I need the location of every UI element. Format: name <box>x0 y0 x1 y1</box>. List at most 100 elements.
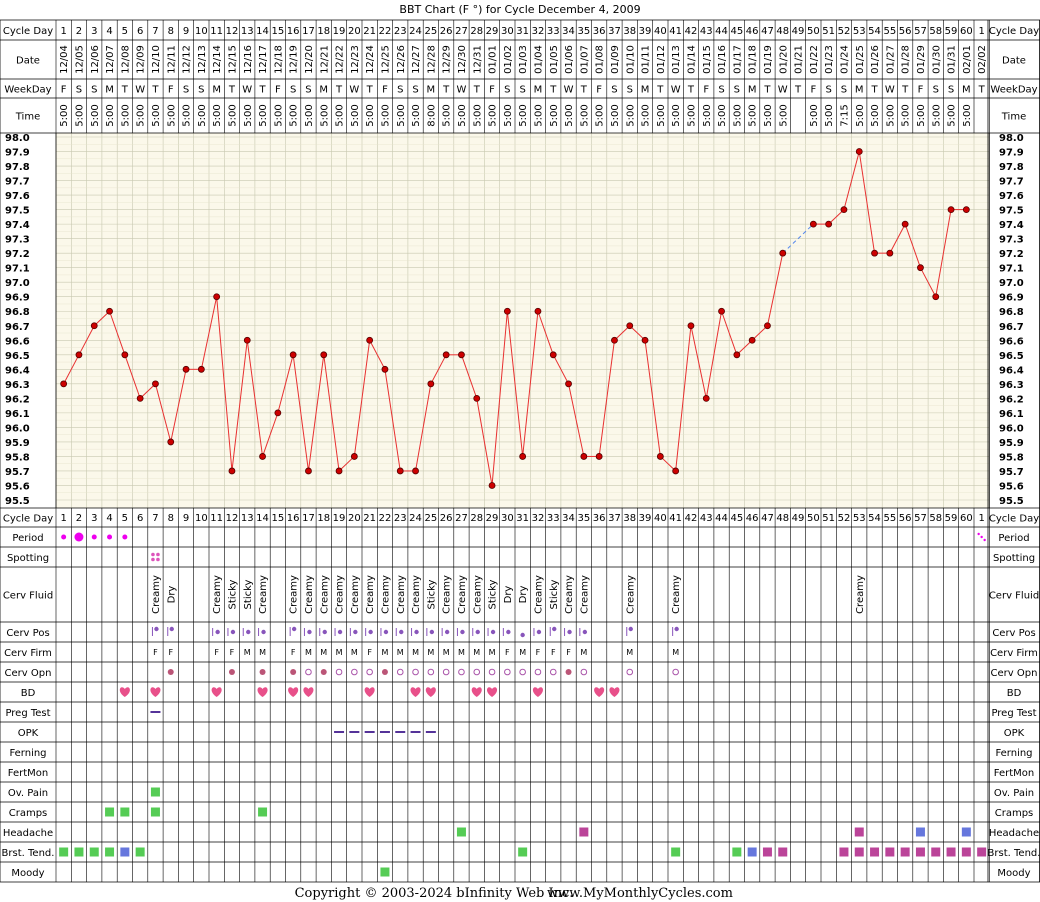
row-label-cerv_pos: Cerv Pos <box>6 628 49 639</box>
date-cell: 01/11 <box>641 45 652 74</box>
bottom-cycle-day-cell: 57 <box>914 513 927 524</box>
weekday-cell: F <box>168 85 174 96</box>
bottom-cycle-day-cell: 9 <box>183 513 189 524</box>
spotting-marker <box>156 557 160 562</box>
weekday-cell: T <box>580 85 588 96</box>
bottom-cycle-day-cell: 50 <box>807 513 820 524</box>
date-cell: 12/25 <box>380 45 391 74</box>
date-cell: 01/08 <box>595 45 606 74</box>
y-tick-label: 97.7 <box>5 177 30 188</box>
time-cell: 5:00 <box>533 104 544 126</box>
cerv-opn-marker <box>381 669 388 675</box>
time-cell: 5:00 <box>258 104 269 126</box>
cramps-marker <box>150 807 160 817</box>
weekday-cell: W <box>671 85 681 96</box>
time-cell: 5:00 <box>763 104 774 126</box>
cerv-pos-marker <box>230 629 236 635</box>
time-cell: 5:00 <box>518 104 529 126</box>
cerv-opn-marker <box>228 669 235 675</box>
row-label-right-headache: Headache <box>989 828 1039 839</box>
headache-marker <box>961 827 971 837</box>
y-tick-label: 97.8 <box>5 162 30 173</box>
cycle_day-cell: 43 <box>700 26 713 37</box>
bottom-cycle-day-cell: 26 <box>440 513 453 524</box>
cerv-opn-marker <box>565 669 572 675</box>
cycle_day-cell: 29 <box>486 26 499 37</box>
spotting-marker <box>151 557 155 562</box>
bottom-cycle-day-cell: 6 <box>137 513 143 524</box>
temp-point <box>672 467 680 475</box>
cycle_day-cell: 3 <box>91 26 97 37</box>
weekday-cell: W <box>564 85 574 96</box>
date-cell: 01/10 <box>625 45 636 74</box>
row-label-right-moody: Moody <box>997 868 1030 879</box>
website-link[interactable]: www.MyMonthlyCycles.com <box>547 886 733 901</box>
row-label-right-cycle_day: Cycle Day <box>989 514 1039 525</box>
bbt-chart: BBT Chart (F °) for Cycle December 4, 20… <box>0 3 1040 901</box>
y-tick-label: 97.3 <box>5 235 30 246</box>
row-label-right-ov_pain: Ov. Pain <box>994 788 1034 799</box>
time-cell: 5:00 <box>304 104 315 126</box>
cerv-pos-marker <box>215 629 220 635</box>
time-cell: 5:00 <box>916 104 927 126</box>
date-cell: 01/03 <box>518 45 529 74</box>
row-label-period: Period <box>12 533 43 544</box>
bottom-cycle-day-cell: 2 <box>76 513 82 524</box>
weekday-cell: S <box>611 85 617 96</box>
cerv-fluid-entry: Creamy <box>533 575 544 614</box>
cerv-pos-marker <box>582 629 588 635</box>
temp-point <box>106 307 113 315</box>
temp-point <box>503 307 511 315</box>
y-tick-label: 98.0 <box>5 133 30 144</box>
cycle_day-cell: 14 <box>256 26 269 37</box>
row-label-right-ferning: Ferning <box>995 748 1032 759</box>
date-cell: 01/15 <box>702 45 713 74</box>
cerv-pos-marker <box>429 629 435 635</box>
cycle_day-cell: 50 <box>807 26 820 37</box>
weekday-cell: T <box>442 85 450 96</box>
bottom-cycle-day-cell: 19 <box>333 513 346 524</box>
temp-point <box>641 336 649 344</box>
cramps-marker <box>105 807 115 817</box>
cerv-pos-marker <box>628 626 633 632</box>
row-label-right-brst_tend: Brst. Tend. <box>988 848 1040 859</box>
y-tick-label: 96.9 <box>5 293 30 304</box>
y-tick-label-right: 97.0 <box>999 278 1024 289</box>
temp-point <box>152 380 159 388</box>
bottom-cycle-day-cell: 8 <box>168 513 174 524</box>
cerv-pos-marker <box>399 629 404 635</box>
temp-point <box>962 206 970 214</box>
weekday-cell: F <box>810 85 816 96</box>
date-cell: 12/30 <box>457 45 468 74</box>
cycle_day-cell: 59 <box>945 26 958 37</box>
weekday-cell: S <box>290 85 296 96</box>
weekday-cell: T <box>870 85 878 96</box>
cerv-pos-marker <box>169 626 174 632</box>
temp-point <box>90 322 98 330</box>
bottom-cycle-day-cell: 3 <box>91 513 97 524</box>
cycle_day-cell: 48 <box>776 26 789 37</box>
temp-point <box>917 264 924 272</box>
date-cell: 12/11 <box>166 45 177 74</box>
chart-title: BBT Chart (F °) for Cycle December 4, 20… <box>399 3 640 16</box>
time-cell: 5:00 <box>885 104 896 126</box>
brst-tend-marker <box>120 847 130 857</box>
cycle_day-cell: 19 <box>333 26 346 37</box>
y-tick-label: 97.0 <box>5 278 30 289</box>
weekday-cell: S <box>91 85 97 96</box>
brst-tend-marker <box>747 847 757 857</box>
date-cell: 12/13 <box>197 45 208 74</box>
y-tick-label-right: 96.1 <box>999 409 1024 420</box>
bottom-cycle-day-cell: 18 <box>317 513 330 524</box>
cerv-firm-entry: F <box>367 648 372 657</box>
y-tick-label: 97.4 <box>5 220 30 231</box>
date-cell: 12/07 <box>105 45 116 74</box>
row-label-cerv_fluid: Cerv Fluid <box>3 591 53 602</box>
time-cell: 5:00 <box>289 104 300 126</box>
temp-point <box>427 380 435 388</box>
cerv-pos-marker <box>154 626 159 632</box>
row-label-cramps: Cramps <box>9 808 48 819</box>
date-cell: 12/20 <box>304 45 315 74</box>
weekday-cell: T <box>121 85 129 96</box>
weekday-cell: T <box>258 85 266 96</box>
